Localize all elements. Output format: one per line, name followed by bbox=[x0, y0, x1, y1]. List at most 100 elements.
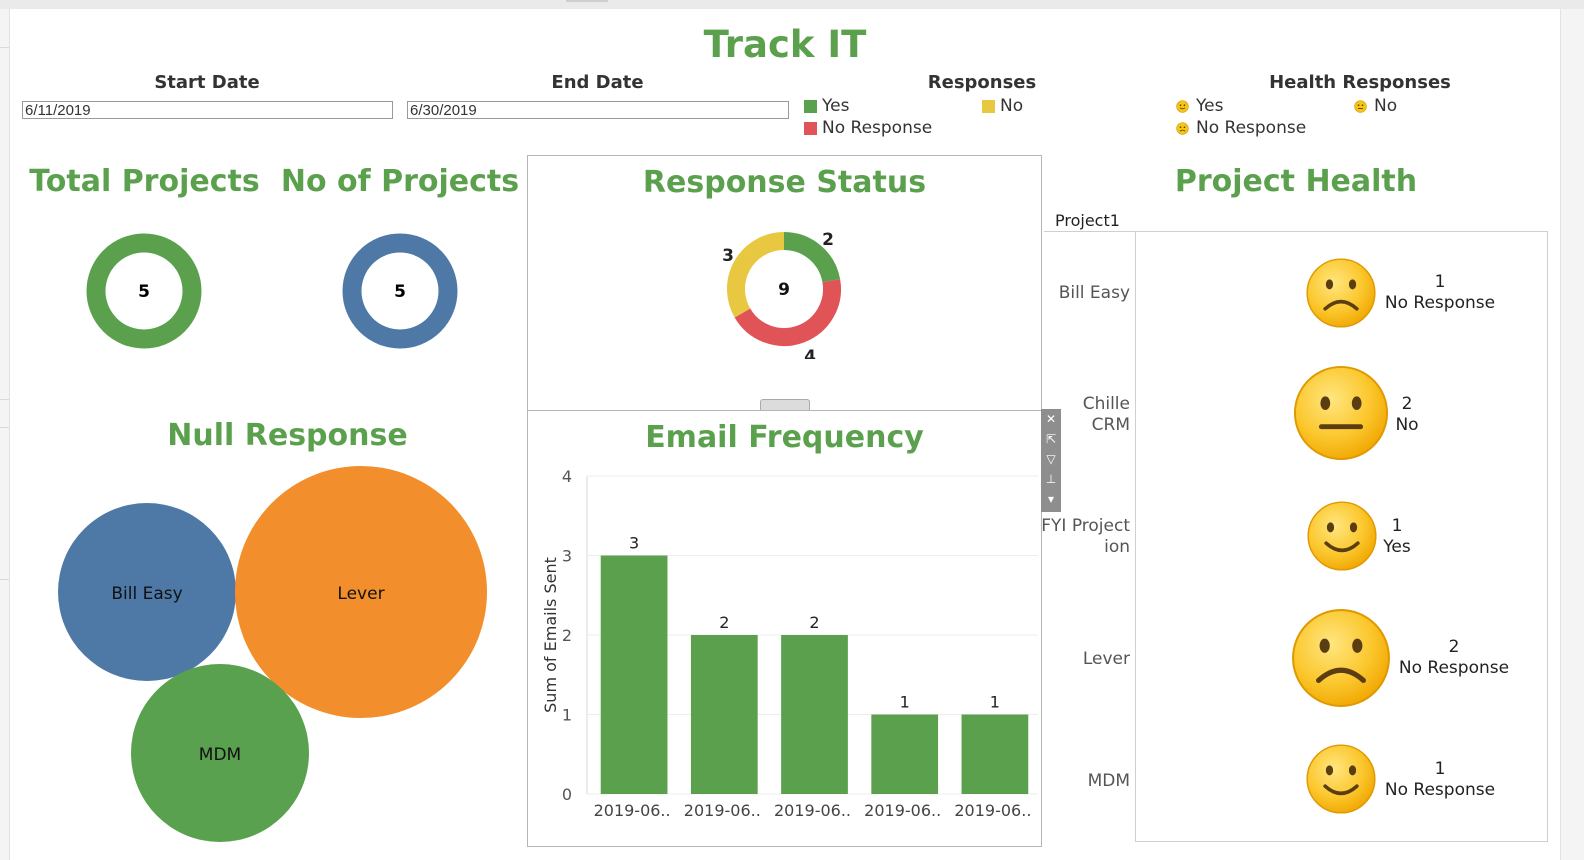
sad-face-icon[interactable] bbox=[1305, 257, 1377, 329]
response-status-donut[interactable]: 2 4 3 9 bbox=[714, 219, 854, 359]
legend-label: No Response bbox=[1196, 118, 1307, 138]
top-bar bbox=[0, 0, 1584, 9]
health-legend-item-no-response[interactable]: No Response bbox=[1176, 118, 1306, 138]
bar[interactable] bbox=[781, 635, 848, 794]
bar[interactable] bbox=[600, 555, 668, 795]
health-legend-item-no[interactable]: No bbox=[1354, 96, 1397, 116]
filter-icon[interactable]: ▽ bbox=[1041, 451, 1061, 467]
health-value-chille-crm: 2 No bbox=[1392, 394, 1422, 436]
donut-segment-label: 2 bbox=[822, 230, 834, 250]
response-status-panel[interactable]: Response Status 2 4 3 9 bbox=[527, 155, 1042, 411]
health-count: 1 bbox=[1434, 272, 1446, 292]
end-date-label: End Date bbox=[551, 72, 644, 93]
health-count: 2 bbox=[1448, 637, 1460, 657]
resize-handle[interactable] bbox=[566, 0, 608, 2]
donut-total: 9 bbox=[778, 280, 790, 300]
x-tick-label: 2019-06.. bbox=[954, 801, 1031, 820]
email-frequency-panel[interactable]: Email Frequency 0 1 2 3 4 Sum of Emails Sent 3… bbox=[527, 410, 1042, 847]
bubble-label: Bill Easy bbox=[111, 584, 182, 604]
health-status: No Response bbox=[1398, 658, 1510, 678]
project-name-text: Chille CRM bbox=[1082, 394, 1130, 435]
no-swatch bbox=[982, 99, 995, 113]
donut-segment-label: 4 bbox=[804, 347, 816, 359]
legend-item-no[interactable]: No bbox=[982, 96, 1023, 116]
legend-label: No bbox=[1374, 96, 1398, 116]
health-status: No Response bbox=[1384, 293, 1496, 313]
y-axis-label: Sum of Emails Sent bbox=[541, 557, 560, 713]
pin-icon[interactable]: ⊥ bbox=[1041, 471, 1061, 487]
legend-label: Yes bbox=[1196, 96, 1224, 116]
project-health-title: Project Health bbox=[1174, 164, 1418, 199]
response-status-title: Response Status bbox=[642, 165, 927, 200]
dashboard-title: Track IT bbox=[703, 23, 867, 66]
project-name-chille-crm: Chille CRM bbox=[1025, 394, 1130, 436]
dashboard: Track IT Start Date 6/11/2019 End Date 6… bbox=[10, 9, 1560, 860]
no-response-swatch bbox=[804, 121, 817, 135]
smile-face-icon bbox=[1176, 99, 1189, 113]
legend-item-yes[interactable]: Yes bbox=[804, 96, 849, 116]
header-divider bbox=[1044, 231, 1135, 232]
null-response-title: Null Response bbox=[167, 418, 408, 453]
health-count: 2 bbox=[1401, 394, 1413, 414]
legend-label: Yes bbox=[822, 96, 850, 116]
health-status: Yes bbox=[1383, 537, 1411, 557]
total-projects-value: 5 bbox=[138, 282, 150, 302]
smile-face-icon[interactable] bbox=[1305, 743, 1377, 815]
bar-value-label: 1 bbox=[900, 693, 910, 712]
bubble-mdm[interactable]: MDM bbox=[131, 664, 309, 842]
bubble-lever[interactable]: Lever bbox=[235, 466, 487, 718]
email-frequency-chart[interactable]: 01234Sum of Emails Sent32019-06..22019-0… bbox=[528, 461, 1041, 851]
no-of-projects-donut[interactable]: 5 bbox=[341, 232, 459, 350]
bar-value-label: 1 bbox=[990, 693, 1000, 712]
health-value-mdm: 1 No Response bbox=[1380, 759, 1500, 801]
responses-legend-title: Responses bbox=[927, 72, 1037, 93]
end-date-input[interactable]: 6/30/2019 bbox=[407, 101, 789, 119]
health-status: No bbox=[1395, 415, 1419, 435]
donut-segment-label: 3 bbox=[722, 246, 734, 266]
health-legend-title: Health Responses bbox=[1269, 72, 1451, 93]
health-value-lever: 2 No Response bbox=[1394, 637, 1514, 679]
null-response-bubbles: Bill Easy Lever MDM bbox=[58, 466, 487, 842]
bar[interactable] bbox=[961, 714, 1029, 795]
health-value-fyi-projection: 1 Yes bbox=[1380, 516, 1414, 558]
start-date-label: Start Date bbox=[154, 72, 260, 93]
neutral-face-icon bbox=[1354, 99, 1367, 113]
health-status: No Response bbox=[1384, 780, 1496, 800]
project-name-mdm: MDM bbox=[1087, 771, 1130, 791]
legend-label: No Response bbox=[822, 118, 933, 138]
start-date-input[interactable]: 6/11/2019 bbox=[22, 101, 393, 119]
neutral-face-icon[interactable] bbox=[1292, 364, 1390, 462]
email-frequency-title: Email Frequency bbox=[645, 420, 924, 455]
bar[interactable] bbox=[871, 714, 939, 795]
health-value-bill-easy: 1 No Response bbox=[1380, 272, 1500, 314]
bubble-label: Lever bbox=[337, 584, 384, 604]
left-margin-strip bbox=[0, 9, 10, 860]
bar[interactable] bbox=[690, 635, 758, 794]
smile-face-icon[interactable] bbox=[1306, 500, 1378, 572]
x-tick-label: 2019-06.. bbox=[864, 801, 941, 820]
legend-item-no-response[interactable]: No Response bbox=[804, 118, 932, 138]
y-tick-label: 1 bbox=[562, 706, 572, 725]
x-tick-label: 2019-06.. bbox=[774, 801, 851, 820]
y-tick-label: 4 bbox=[562, 467, 572, 486]
sad-face-icon[interactable] bbox=[1290, 607, 1392, 709]
y-tick-label: 2 bbox=[562, 626, 572, 645]
bar-value-label: 2 bbox=[719, 613, 729, 632]
health-legend-item-yes[interactable]: Yes bbox=[1176, 96, 1223, 116]
project-name-fyi-projection: FYI Projection bbox=[1025, 516, 1130, 558]
bubble-label: MDM bbox=[199, 745, 241, 765]
project-name-text: FYI Projection bbox=[1041, 516, 1130, 557]
bubble-bill-easy[interactable]: Bill Easy bbox=[58, 503, 236, 681]
right-margin-strip bbox=[1560, 9, 1584, 860]
no-of-projects-value: 5 bbox=[394, 282, 406, 302]
project-name-lever: Lever bbox=[1082, 649, 1130, 669]
legend-label: No bbox=[1000, 96, 1024, 116]
bar-value-label: 2 bbox=[809, 613, 819, 632]
bar-value-label: 3 bbox=[629, 534, 639, 553]
yes-swatch bbox=[804, 99, 817, 113]
donut-segment[interactable] bbox=[727, 232, 785, 318]
total-projects-donut[interactable]: 5 bbox=[85, 232, 203, 350]
dropdown-icon[interactable]: ▾ bbox=[1041, 491, 1061, 507]
health-count: 1 bbox=[1434, 759, 1446, 779]
y-tick-label: 0 bbox=[562, 785, 572, 804]
